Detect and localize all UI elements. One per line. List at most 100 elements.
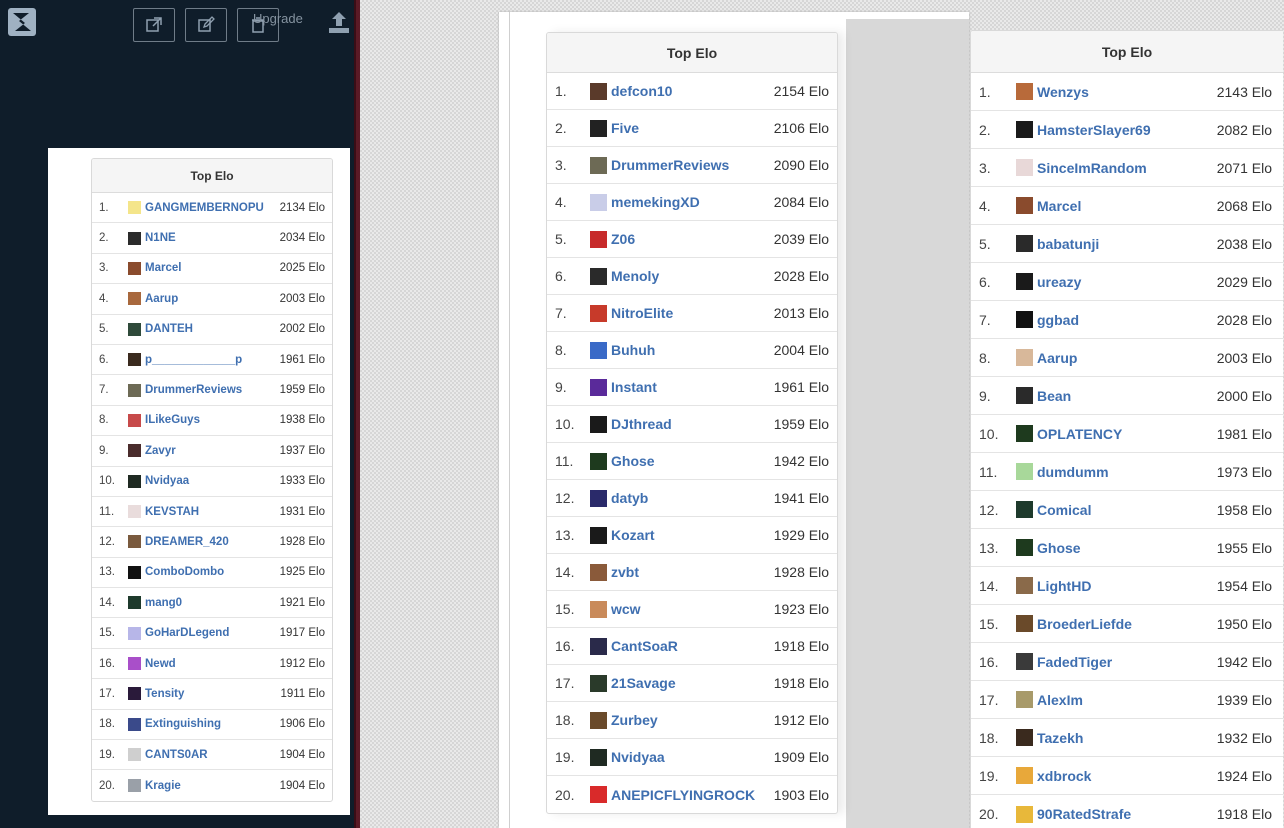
player-name-link[interactable]: babatunji [1037, 236, 1201, 252]
player-name-link[interactable]: zvbt [611, 564, 765, 580]
rank-number: 6. [979, 273, 991, 290]
player-name-link[interactable]: SinceImRandom [1037, 160, 1201, 176]
elo-value: 1917 Elo [279, 627, 325, 640]
player-name-link[interactable]: Ghose [1037, 540, 1201, 556]
player-name-link[interactable]: HamsterSlayer69 [1037, 122, 1201, 138]
player-avatar-icon [1016, 501, 1033, 518]
elo-value: 1981 Elo [1216, 425, 1272, 442]
elo-value: 1933 Elo [279, 475, 325, 488]
rank-number: 16. [979, 653, 999, 670]
elo-value: 1924 Elo [1216, 767, 1272, 784]
player-name-link[interactable]: DREAMER_420 [145, 536, 273, 548]
player-name-link[interactable]: memekingXD [611, 194, 765, 210]
upload-icon[interactable] [326, 9, 352, 35]
rank-number: 19. [555, 749, 575, 765]
player-name-link[interactable]: Nvidyaa [611, 749, 765, 765]
player-name-link[interactable]: CantSoaR [611, 638, 765, 654]
player-name-link[interactable]: wcw [611, 601, 765, 617]
player-name-link[interactable]: DrummerReviews [611, 157, 765, 173]
player-avatar-icon [1016, 235, 1033, 252]
player-avatar-icon [590, 378, 607, 396]
rank-number: 1. [979, 83, 991, 100]
player-name-link[interactable]: BroederLiefde [1037, 616, 1201, 632]
player-name-link[interactable]: DANTEH [145, 323, 273, 335]
player-name-link[interactable]: 21Savage [611, 675, 765, 691]
player-name-link[interactable]: datyb [611, 490, 765, 506]
player-name-link[interactable]: Instant [611, 379, 765, 395]
player-name-link[interactable]: Extinguishing [145, 718, 273, 730]
player-name-link[interactable]: GANGMEMBERNOPU [145, 202, 273, 214]
player-name-link[interactable]: LightHD [1037, 578, 1201, 594]
player-name-link[interactable]: Zavyr [145, 445, 273, 457]
leaderboard-row: 6. ureazy 2029 Elo [971, 263, 1283, 301]
player-name-link[interactable]: Aarup [145, 293, 273, 305]
player-name-link[interactable]: ggbad [1037, 312, 1201, 328]
open-external-button[interactable] [133, 8, 175, 42]
rank-number: 14. [979, 577, 999, 594]
leaderboard-main: Top Elo 1. defcon10 2154 Elo 2. Five 2106 Elo 3… [546, 32, 838, 814]
edit-button[interactable] [185, 8, 227, 42]
player-name-link[interactable]: Marcel [1037, 198, 1201, 214]
player-name-link[interactable]: Five [611, 120, 765, 136]
player-name-link[interactable]: Tazekh [1037, 730, 1201, 746]
player-name-link[interactable]: AlexIm [1037, 692, 1201, 708]
player-name-link[interactable]: defcon10 [611, 83, 765, 99]
player-name-link[interactable]: Wenzys [1037, 84, 1201, 100]
player-name-link[interactable]: Comical [1037, 502, 1201, 518]
player-name-link[interactable]: Menoly [611, 268, 765, 284]
app-logo-icon[interactable] [7, 7, 37, 37]
player-name-link[interactable]: DrummerReviews [145, 384, 273, 396]
player-name-link[interactable]: GoHarDLegend [145, 627, 273, 639]
player-name-link[interactable]: NitroElite [611, 305, 765, 321]
player-name-link[interactable]: Tensity [145, 688, 273, 700]
player-name-link[interactable]: p_____________p [145, 354, 273, 366]
player-name-link[interactable]: Nvidyaa [145, 475, 273, 487]
player-name-link[interactable]: Bean [1037, 388, 1201, 404]
player-avatar-icon [590, 119, 607, 137]
player-name-link[interactable]: CANTS0AR [145, 749, 273, 761]
leaderboard-row: 5. babatunji 2038 Elo [971, 225, 1283, 263]
player-name-link[interactable]: Aarup [1037, 350, 1201, 366]
leaderboard-row: 17. 21Savage 1918 Elo [547, 665, 837, 702]
rank-number: 13. [979, 539, 999, 556]
player-name-link[interactable]: Newd [145, 658, 273, 670]
rank-number: 20. [555, 786, 575, 803]
player-name-link[interactable]: dumdumm [1037, 464, 1201, 480]
player-name-link[interactable]: Ghose [611, 453, 765, 469]
rank-number: 12. [555, 490, 575, 506]
player-name-link[interactable]: ComboDombo [145, 566, 273, 578]
elo-value: 2003 Elo [279, 292, 325, 305]
rank-number: 16. [555, 638, 575, 654]
player-name-link[interactable]: N1NE [145, 232, 273, 244]
player-name-link[interactable]: ANEPICFLYINGROCK [611, 787, 765, 803]
elo-value: 1928 Elo [279, 535, 325, 548]
player-name-link[interactable]: mang0 [145, 597, 273, 609]
player-name-link[interactable]: 90RatedStrafe [1037, 806, 1201, 822]
player-name-link[interactable]: ureazy [1037, 274, 1201, 290]
player-name-link[interactable]: Kozart [611, 527, 765, 543]
elo-value: 1961 Elo [773, 379, 829, 395]
player-name-link[interactable]: Z06 [611, 231, 765, 247]
leaderboard-row: 9. Bean 2000 Elo [971, 377, 1283, 415]
player-name-link[interactable]: Kragie [145, 780, 273, 792]
player-avatar-icon [590, 304, 607, 322]
player-name-link[interactable]: Marcel [145, 262, 273, 274]
player-name-link[interactable]: OPLATENCY [1037, 426, 1201, 442]
elo-value: 1928 Elo [773, 564, 829, 580]
player-name-link[interactable]: DJthread [611, 416, 765, 432]
player-avatar-icon [128, 657, 141, 671]
player-name-link[interactable]: FadedTiger [1037, 654, 1201, 670]
player-name-link[interactable]: Buhuh [611, 342, 765, 358]
player-name-link[interactable]: xdbrock [1037, 768, 1201, 784]
rank-number: 2. [555, 120, 567, 136]
elo-value: 1941 Elo [773, 490, 829, 506]
player-name-link[interactable]: ILikeGuys [145, 414, 273, 426]
player-avatar-icon [1016, 577, 1033, 594]
elo-value: 1937 Elo [279, 444, 325, 457]
player-name-link[interactable]: Zurbey [611, 712, 765, 728]
upgrade-link[interactable]: Upgrade [253, 11, 303, 26]
leaderboard-row: 13. ComboDombo 1925 Elo [92, 558, 332, 589]
player-avatar-icon [590, 452, 607, 470]
player-name-link[interactable]: KEVSTAH [145, 506, 273, 518]
leaderboard-row: 14. zvbt 1928 Elo [547, 554, 837, 591]
